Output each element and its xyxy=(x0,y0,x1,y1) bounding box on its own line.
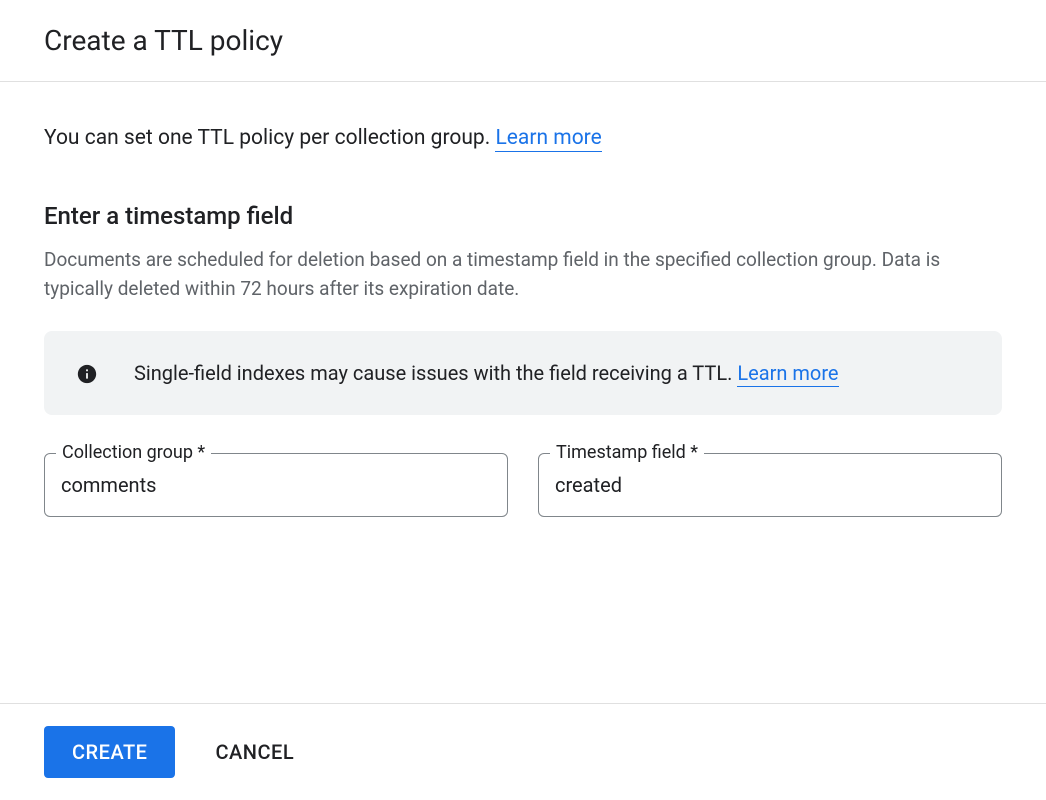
info-learn-more-link[interactable]: Learn more xyxy=(737,361,838,387)
cancel-button[interactable]: CANCEL xyxy=(215,740,294,764)
intro-text: You can set one TTL policy per collectio… xyxy=(44,126,1002,150)
info-text: Single-field indexes may cause issues wi… xyxy=(134,357,839,389)
fields-row: Collection group * Timestamp field * xyxy=(44,453,1002,517)
dialog-header: Create a TTL policy xyxy=(0,0,1046,82)
section-title: Enter a timestamp field xyxy=(44,202,1002,230)
dialog-title: Create a TTL policy xyxy=(44,24,1002,57)
dialog-content: You can set one TTL policy per collectio… xyxy=(0,82,1046,703)
info-text-content: Single-field indexes may cause issues wi… xyxy=(134,361,737,385)
info-icon xyxy=(76,363,98,385)
collection-group-label: Collection group * xyxy=(56,442,211,463)
intro-text-content: You can set one TTL policy per collectio… xyxy=(44,126,495,150)
dialog-footer: CREATE CANCEL xyxy=(0,703,1046,800)
create-button[interactable]: CREATE xyxy=(44,726,175,778)
timestamp-field-wrapper: Timestamp field * xyxy=(538,453,1002,517)
section-description: Documents are scheduled for deletion bas… xyxy=(44,246,1002,303)
intro-learn-more-link[interactable]: Learn more xyxy=(495,126,601,152)
info-box: Single-field indexes may cause issues wi… xyxy=(44,331,1002,415)
timestamp-field-label: Timestamp field * xyxy=(550,442,704,463)
collection-group-field-wrapper: Collection group * xyxy=(44,453,508,517)
